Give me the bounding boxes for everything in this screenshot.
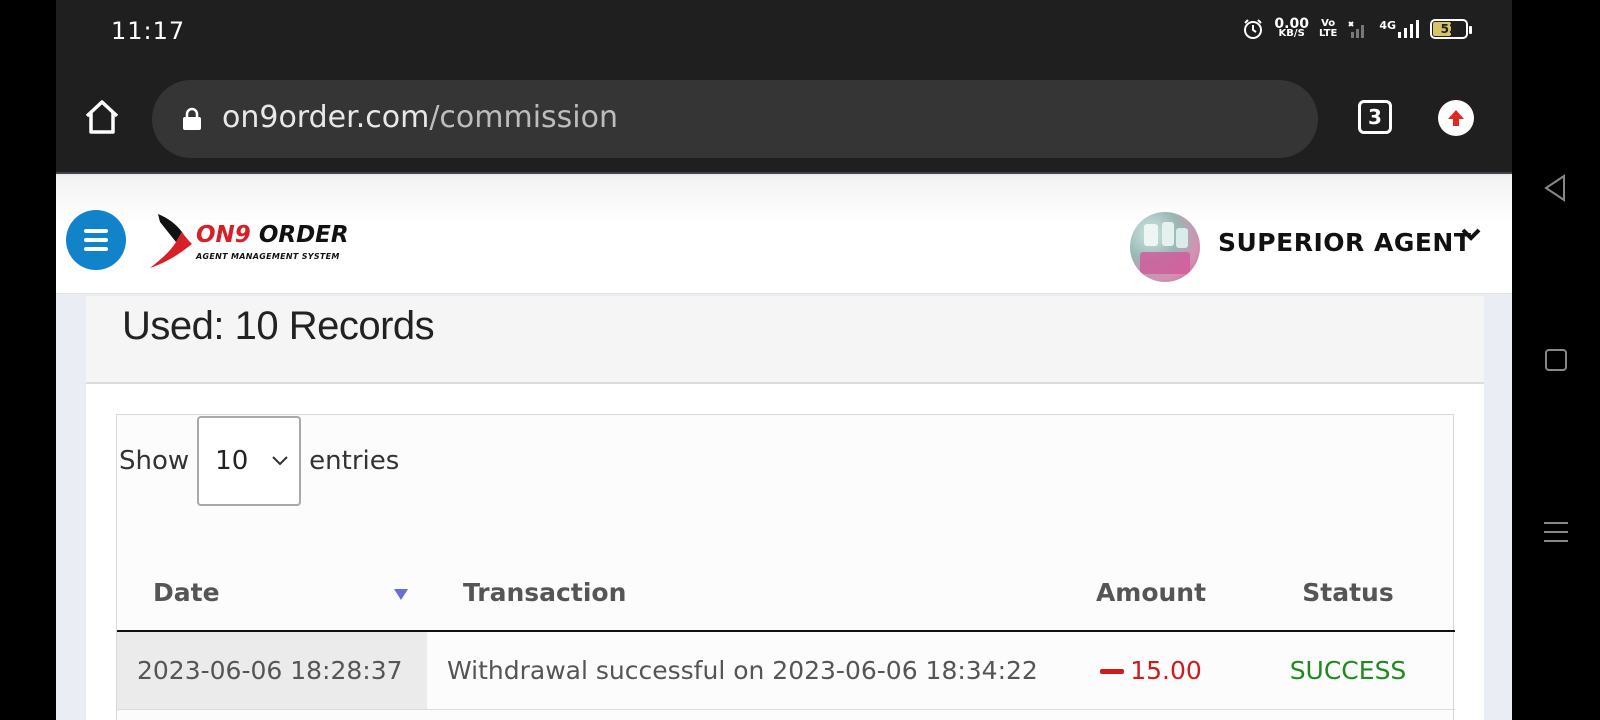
device-frame: 11:17 0.00 KB/S Vo LTE 4G 52 on9order.co… bbox=[0, 0, 1600, 720]
volte-indicator: Vo LTE bbox=[1319, 19, 1337, 39]
page-length-select[interactable]: 10 bbox=[197, 416, 302, 506]
tabs-icon[interactable]: 3 bbox=[1358, 100, 1392, 134]
cell-date: 2023-06-06 18:28:37 bbox=[117, 631, 427, 710]
logo-name-red: ON9 bbox=[196, 222, 251, 248]
menu-bar bbox=[84, 247, 108, 251]
brand-logo[interactable]: ON9 ORDER AGENT MANAGEMENT SYSTEM bbox=[146, 212, 356, 272]
chevron-down-icon[interactable] bbox=[1460, 226, 1482, 242]
page-length-control: Show 10 entries bbox=[117, 415, 399, 507]
table-container: Show 10 entries Date Transaction Amount … bbox=[116, 414, 1455, 720]
logo-mark-icon bbox=[150, 214, 192, 268]
system-nav-bar bbox=[1512, 0, 1600, 720]
lock-icon[interactable] bbox=[182, 107, 202, 131]
menu-bar bbox=[84, 238, 108, 242]
net-speed-unit: KB/S bbox=[1278, 28, 1305, 39]
menu-bar bbox=[84, 229, 108, 233]
status-icons: 0.00 KB/S Vo LTE 4G 52 bbox=[1242, 17, 1472, 40]
update-icon[interactable] bbox=[1438, 100, 1474, 136]
minus-icon bbox=[1100, 669, 1125, 675]
home-icon[interactable] bbox=[83, 98, 121, 136]
network-type: 4G bbox=[1379, 19, 1396, 32]
home-square-icon[interactable] bbox=[1538, 342, 1574, 378]
column-header-transaction[interactable]: Transaction bbox=[427, 555, 1061, 632]
recents-icon[interactable] bbox=[1538, 514, 1574, 550]
back-icon[interactable] bbox=[1538, 170, 1574, 206]
logo-subtitle: AGENT MANAGEMENT SYSTEM bbox=[196, 252, 340, 261]
avatar-detail bbox=[1144, 224, 1158, 246]
logo-name: ON9 ORDER bbox=[196, 222, 349, 248]
url-domain: on9order.com bbox=[222, 100, 430, 135]
url-text[interactable]: on9order.com/commission bbox=[222, 100, 618, 135]
commission-table: Date Transaction Amount Status 2023-06-0… bbox=[117, 555, 1455, 710]
url-path: /commission bbox=[429, 100, 619, 135]
status-time: 11:17 bbox=[111, 17, 186, 45]
browser-toolbar: on9order.com/commission 3 bbox=[56, 62, 1512, 174]
cell-amount: 15.00 bbox=[1061, 631, 1241, 710]
avatar[interactable] bbox=[1130, 212, 1200, 282]
avatar-detail bbox=[1176, 228, 1188, 248]
show-label: Show bbox=[119, 446, 190, 476]
battery-icon: 52 bbox=[1430, 19, 1472, 39]
cell-status: SUCCESS bbox=[1241, 631, 1455, 710]
net-speed: 0.00 KB/S bbox=[1274, 17, 1309, 39]
battery-level: 52 bbox=[1440, 22, 1458, 36]
table-header-row: Date Transaction Amount Status bbox=[117, 555, 1455, 632]
column-header-amount[interactable]: Amount bbox=[1061, 555, 1241, 632]
alarm-icon bbox=[1242, 18, 1264, 40]
page-title: Used: 10 Records bbox=[122, 304, 435, 348]
main-content: Used: 10 Records Show 10 entries Date Tr… bbox=[86, 296, 1484, 720]
column-header-status[interactable]: Status bbox=[1241, 555, 1455, 632]
volte-bottom: LTE bbox=[1318, 28, 1338, 39]
chevron-down-icon bbox=[272, 456, 288, 466]
entries-label: entries bbox=[309, 446, 400, 476]
address-bar[interactable]: on9order.com/commission bbox=[152, 80, 1318, 158]
table-row: 2023-06-06 18:28:37 Withdrawal successfu… bbox=[117, 631, 1455, 710]
tab-count: 3 bbox=[1368, 105, 1382, 129]
logo-name-dark: ORDER bbox=[250, 222, 349, 248]
card-header: Used: 10 Records bbox=[86, 296, 1484, 384]
status-bar: 11:17 0.00 KB/S Vo LTE 4G 52 bbox=[56, 0, 1512, 62]
cell-transaction: Withdrawal successful on 2023-06-06 18:3… bbox=[427, 631, 1061, 710]
amount-value: 15.00 bbox=[1130, 655, 1202, 685]
app-header: ON9 ORDER AGENT MANAGEMENT SYSTEM SUPERI… bbox=[56, 176, 1512, 294]
column-header-date[interactable]: Date bbox=[117, 555, 427, 632]
sort-desc-icon[interactable] bbox=[393, 587, 409, 601]
avatar-detail bbox=[1140, 252, 1190, 274]
signal-icon bbox=[1347, 19, 1369, 39]
phone-screen: 11:17 0.00 KB/S Vo LTE 4G 52 on9order.co… bbox=[56, 0, 1512, 720]
menu-button[interactable] bbox=[66, 210, 126, 270]
signal-4g-icon: 4G bbox=[1379, 19, 1420, 39]
avatar-detail bbox=[1162, 222, 1174, 246]
page-length-value: 10 bbox=[215, 446, 249, 476]
user-name[interactable]: SUPERIOR AGENT bbox=[1218, 228, 1471, 257]
